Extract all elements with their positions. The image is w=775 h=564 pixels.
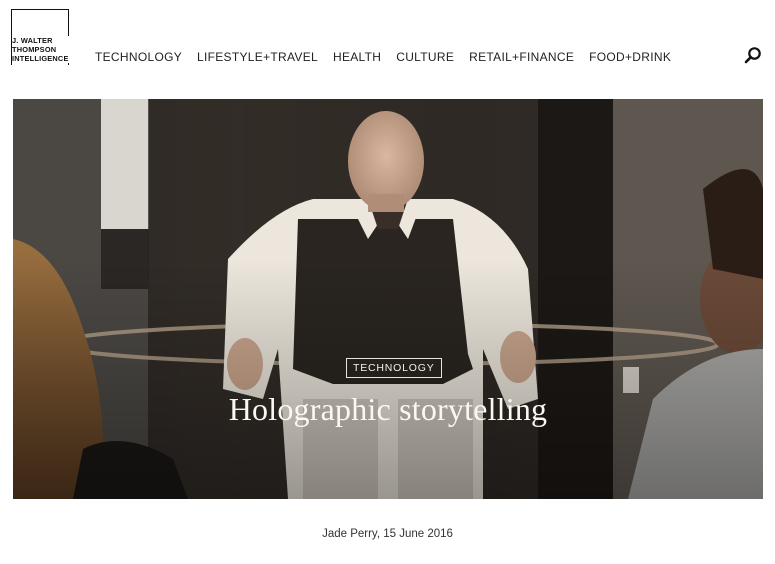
main-nav: TECHNOLOGY LIFESTYLE+TRAVEL HEALTH CULTU… <box>95 50 686 64</box>
nav-item-technology[interactable]: TECHNOLOGY <box>95 50 182 64</box>
nav-item-culture[interactable]: CULTURE <box>396 50 454 64</box>
search-icon <box>744 47 761 64</box>
site-header: J. WALTER THOMPSON INTELLIGENCE TECHNOLO… <box>0 0 775 100</box>
brand-logo[interactable]: J. WALTER THOMPSON INTELLIGENCE <box>12 36 82 63</box>
brand-line: INTELLIGENCE <box>12 54 69 63</box>
category-tag[interactable]: TECHNOLOGY <box>346 358 442 378</box>
hero-image[interactable]: TECHNOLOGY Holographic storytelling <box>13 99 763 499</box>
brand-line: J. WALTER <box>12 36 53 45</box>
search-button[interactable] <box>744 46 762 64</box>
hero-shade <box>13 99 763 499</box>
nav-item-retail-finance[interactable]: RETAIL+FINANCE <box>469 50 574 64</box>
nav-item-health[interactable]: HEALTH <box>333 50 381 64</box>
brand-line: THOMPSON <box>12 45 57 54</box>
nav-item-food-drink[interactable]: FOOD+DRINK <box>589 50 671 64</box>
article-byline: Jade Perry, 15 June 2016 <box>322 528 453 540</box>
nav-item-lifestyle-travel[interactable]: LIFESTYLE+TRAVEL <box>197 50 318 64</box>
article-title[interactable]: Holographic storytelling <box>13 391 763 428</box>
